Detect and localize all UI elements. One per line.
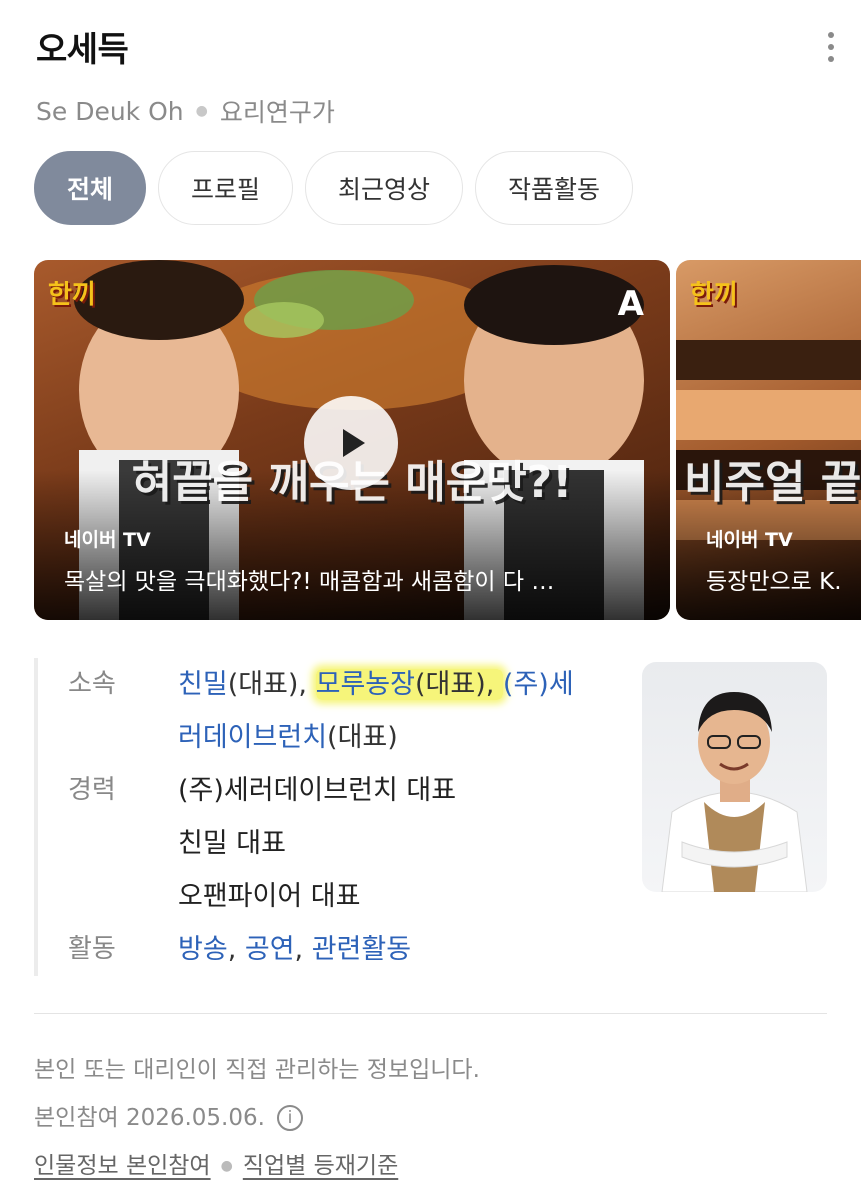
affiliation-link[interactable]: 친밀 <box>178 669 228 700</box>
video-carousel[interactable]: 한끼 A 혀끝을 깨우는 매운맛?! 네이버 TV 목살의 맛을 극대화했다?!… <box>34 260 861 620</box>
career-value: (주)세러데이브런치 대표 친밀 대표 오팬파이어 대표 <box>178 764 598 923</box>
affiliation-suffix: (대표), <box>414 669 503 700</box>
activity-link[interactable]: 방송 <box>178 934 228 965</box>
profile-info: 소속 친밀(대표), 모루농장(대표), (주)세러데이브런치(대표) 경력 (… <box>34 658 598 976</box>
affiliation-link[interactable]: 모루농장 <box>316 669 415 700</box>
career-label: 경력 <box>68 775 116 805</box>
tab-works[interactable]: 작품활동 <box>475 151 634 225</box>
career-item: (주)세러데이브런치 대표 <box>178 775 457 806</box>
activity-separator: , <box>227 934 245 965</box>
play-icon[interactable] <box>304 396 398 490</box>
occupation: 요리연구가 <box>219 98 335 127</box>
career-item: 친밀 대표 <box>178 828 286 859</box>
career-item: 오팬파이어 대표 <box>178 881 361 912</box>
video-title: 목살의 맛을 극대화했다?! 매콤함과 새콤함이 다 … <box>64 569 555 595</box>
activity-row: 활동 방송, 공연, 관련활동 <box>38 923 598 976</box>
more-vertical-icon[interactable] <box>827 32 835 62</box>
affiliation-value: 친밀(대표), 모루농장(대표), (주)세러데이브런치(대표) <box>178 658 598 764</box>
info-icon[interactable]: i <box>276 1105 303 1131</box>
highlight: 모루농장(대표), <box>315 669 503 700</box>
activity-separator: , <box>294 934 312 965</box>
affiliation-row: 소속 친밀(대표), 모루농장(대표), (주)세러데이브런치(대표) <box>38 658 598 764</box>
activity-link[interactable]: 공연 <box>245 934 295 965</box>
video-card[interactable]: 한끼 비주얼 끝 네이버 TV 등장만으로 K. <box>676 260 861 620</box>
career-row: 경력 (주)세러데이브런치 대표 친밀 대표 오팬파이어 대표 <box>38 764 598 923</box>
tab-profile[interactable]: 프로필 <box>158 151 294 225</box>
show-logo: 한끼 <box>690 280 738 310</box>
english-name: Se Deuk Oh <box>36 96 184 126</box>
video-card[interactable]: 한끼 A 혀끝을 깨우는 매운맛?! 네이버 TV 목살의 맛을 극대화했다?!… <box>34 260 670 620</box>
divider <box>34 1013 827 1014</box>
profile-photo[interactable] <box>642 662 827 892</box>
listing-criteria-link[interactable]: 직업별 등재기준 <box>243 1142 398 1190</box>
person-photo <box>661 692 808 892</box>
participation-line: 본인참여 2026.05.06. i <box>34 1094 480 1142</box>
activity-value: 방송, 공연, 관련활동 <box>178 923 598 976</box>
notice-text: 본인 또는 대리인이 직접 관리하는 정보입니다. <box>34 1057 480 1083</box>
separator-dot: ● <box>195 103 208 119</box>
activity-link[interactable]: 관련활동 <box>312 934 411 965</box>
show-logo: 한끼 <box>48 280 96 310</box>
video-source: 네이버 TV <box>706 529 793 551</box>
activity-label: 활동 <box>68 934 116 964</box>
thumbnail-caption: 비주얼 끝 <box>684 457 861 508</box>
video-title: 등장만으로 K. <box>706 569 842 595</box>
footer-links: 인물정보 본인참여 ● 직업별 등재기준 <box>34 1142 480 1190</box>
person-name: 오세득 <box>36 30 129 70</box>
separator-dot: ● <box>220 1158 233 1174</box>
affiliation-suffix: (대표) <box>327 722 398 753</box>
channel-logo-icon: A <box>617 284 644 324</box>
video-source: 네이버 TV <box>64 529 151 551</box>
tab-all[interactable]: 전체 <box>34 151 147 225</box>
person-subtitle: Se Deuk Oh ● 요리연구가 <box>36 93 841 129</box>
header: 오세득 Se Deuk Oh ● 요리연구가 <box>36 22 841 129</box>
footer: 본인 또는 대리인이 직접 관리하는 정보입니다. 본인참여 2026.05.0… <box>34 1046 480 1190</box>
self-participation-link[interactable]: 인물정보 본인참여 <box>34 1142 211 1190</box>
affiliation-suffix: (대표), <box>227 669 316 700</box>
tab-bar: 전체 프로필 최근영상 작품활동 <box>34 151 634 225</box>
participation-date: 본인참여 2026.05.06. <box>34 1105 265 1131</box>
affiliation-label: 소속 <box>68 669 116 699</box>
tab-recent-videos[interactable]: 최근영상 <box>305 151 464 225</box>
notice-line: 본인 또는 대리인이 직접 관리하는 정보입니다. <box>34 1046 480 1094</box>
